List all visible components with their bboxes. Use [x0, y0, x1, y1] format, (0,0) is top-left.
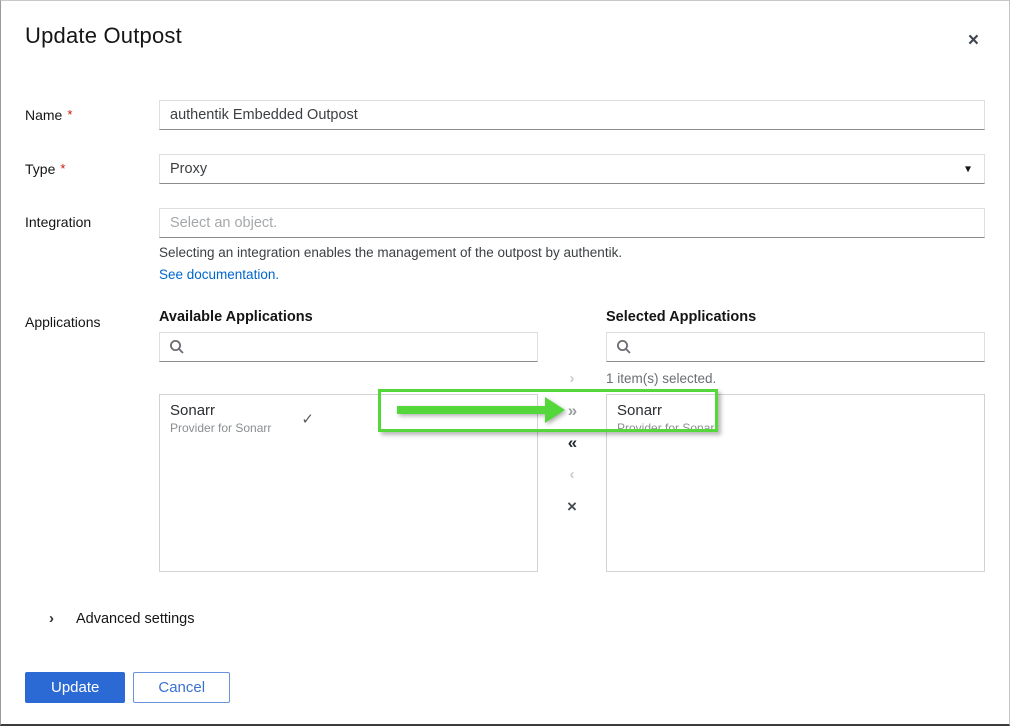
selected-status-text: 1 item(s) selected. [606, 371, 716, 386]
type-label: Type * [25, 161, 159, 177]
outpost-form: Name * Type * Proxy ▾ Integration [25, 100, 985, 703]
list-item-subtitle: Provider for Sonarr [170, 421, 271, 436]
selected-search-wrap [606, 332, 985, 362]
integration-field-group: Selecting an integration enables the man… [159, 208, 985, 284]
applications-label: Applications [25, 308, 159, 330]
required-asterisk: * [67, 107, 72, 122]
list-item-subtitle: Provider for Sonarr [617, 421, 718, 436]
name-field[interactable] [159, 100, 985, 130]
advanced-settings-toggle[interactable]: › Advanced settings [41, 610, 985, 627]
selected-header: Selected Applications [606, 308, 985, 326]
update-button[interactable]: Update [25, 672, 125, 703]
modal-footer: Update Cancel [25, 672, 985, 703]
list-item-text: Sonarr Provider for Sonarr [170, 402, 271, 436]
list-item-selected-sonarr[interactable]: Sonarr Provider for Sonarr [607, 395, 984, 444]
selected-column: Selected Applications 1 item(s) selected… [606, 308, 985, 572]
page-title: Update Outpost [25, 23, 182, 49]
type-row: Type * Proxy ▾ [25, 154, 985, 184]
applications-row: Applications Available Applications [25, 308, 985, 572]
type-select[interactable]: Proxy [159, 154, 985, 184]
selected-list: Sonarr Provider for Sonarr [606, 394, 985, 572]
selected-search-input[interactable] [606, 332, 985, 362]
dual-list-selector: Available Applications Sonarr [159, 308, 985, 572]
integration-label: Integration [25, 208, 159, 230]
transfer-controls: › » « ‹ × [538, 308, 606, 572]
available-search-wrap [159, 332, 538, 362]
required-asterisk: * [60, 161, 65, 176]
check-icon: ✓ [301, 410, 314, 428]
remove-selected-button[interactable]: ‹ [558, 462, 586, 486]
available-status-zone [159, 362, 538, 394]
clear-selection-icon[interactable]: × [558, 494, 586, 518]
see-documentation-link[interactable]: See documentation. [159, 267, 279, 283]
name-label: Name * [25, 107, 159, 123]
modal-header: Update Outpost × [25, 23, 985, 54]
available-header: Available Applications [159, 308, 538, 326]
advanced-settings-label: Advanced settings [76, 611, 195, 627]
add-all-button[interactable]: » [558, 398, 586, 422]
integration-field[interactable] [159, 208, 985, 238]
name-row: Name * [25, 100, 985, 130]
selected-status-zone: 1 item(s) selected. [606, 362, 985, 394]
available-list: Sonarr Provider for Sonarr ✓ [159, 394, 538, 572]
chevron-right-icon: › [41, 610, 62, 627]
type-label-text: Type [25, 161, 55, 177]
list-item-text: Sonarr Provider for Sonarr [617, 402, 718, 436]
type-selected-value: Proxy [170, 161, 207, 177]
integration-row: Integration Selecting an integration ena… [25, 208, 985, 284]
type-select-wrap: Proxy ▾ [159, 154, 985, 184]
add-selected-button[interactable]: › [558, 366, 586, 390]
available-column: Available Applications Sonarr [159, 308, 538, 572]
close-icon[interactable]: × [962, 27, 985, 54]
list-item-title: Sonarr [170, 402, 271, 420]
cancel-button[interactable]: Cancel [133, 672, 230, 703]
integration-helper-text: Selecting an integration enables the man… [159, 245, 985, 261]
name-label-text: Name [25, 107, 62, 123]
list-item-title: Sonarr [617, 402, 718, 420]
update-outpost-modal: Update Outpost × Name * Type * Proxy [0, 0, 1010, 726]
remove-all-button[interactable]: « [558, 430, 586, 454]
available-search-input[interactable] [159, 332, 538, 362]
list-item-available-sonarr[interactable]: Sonarr Provider for Sonarr ✓ [160, 395, 537, 444]
